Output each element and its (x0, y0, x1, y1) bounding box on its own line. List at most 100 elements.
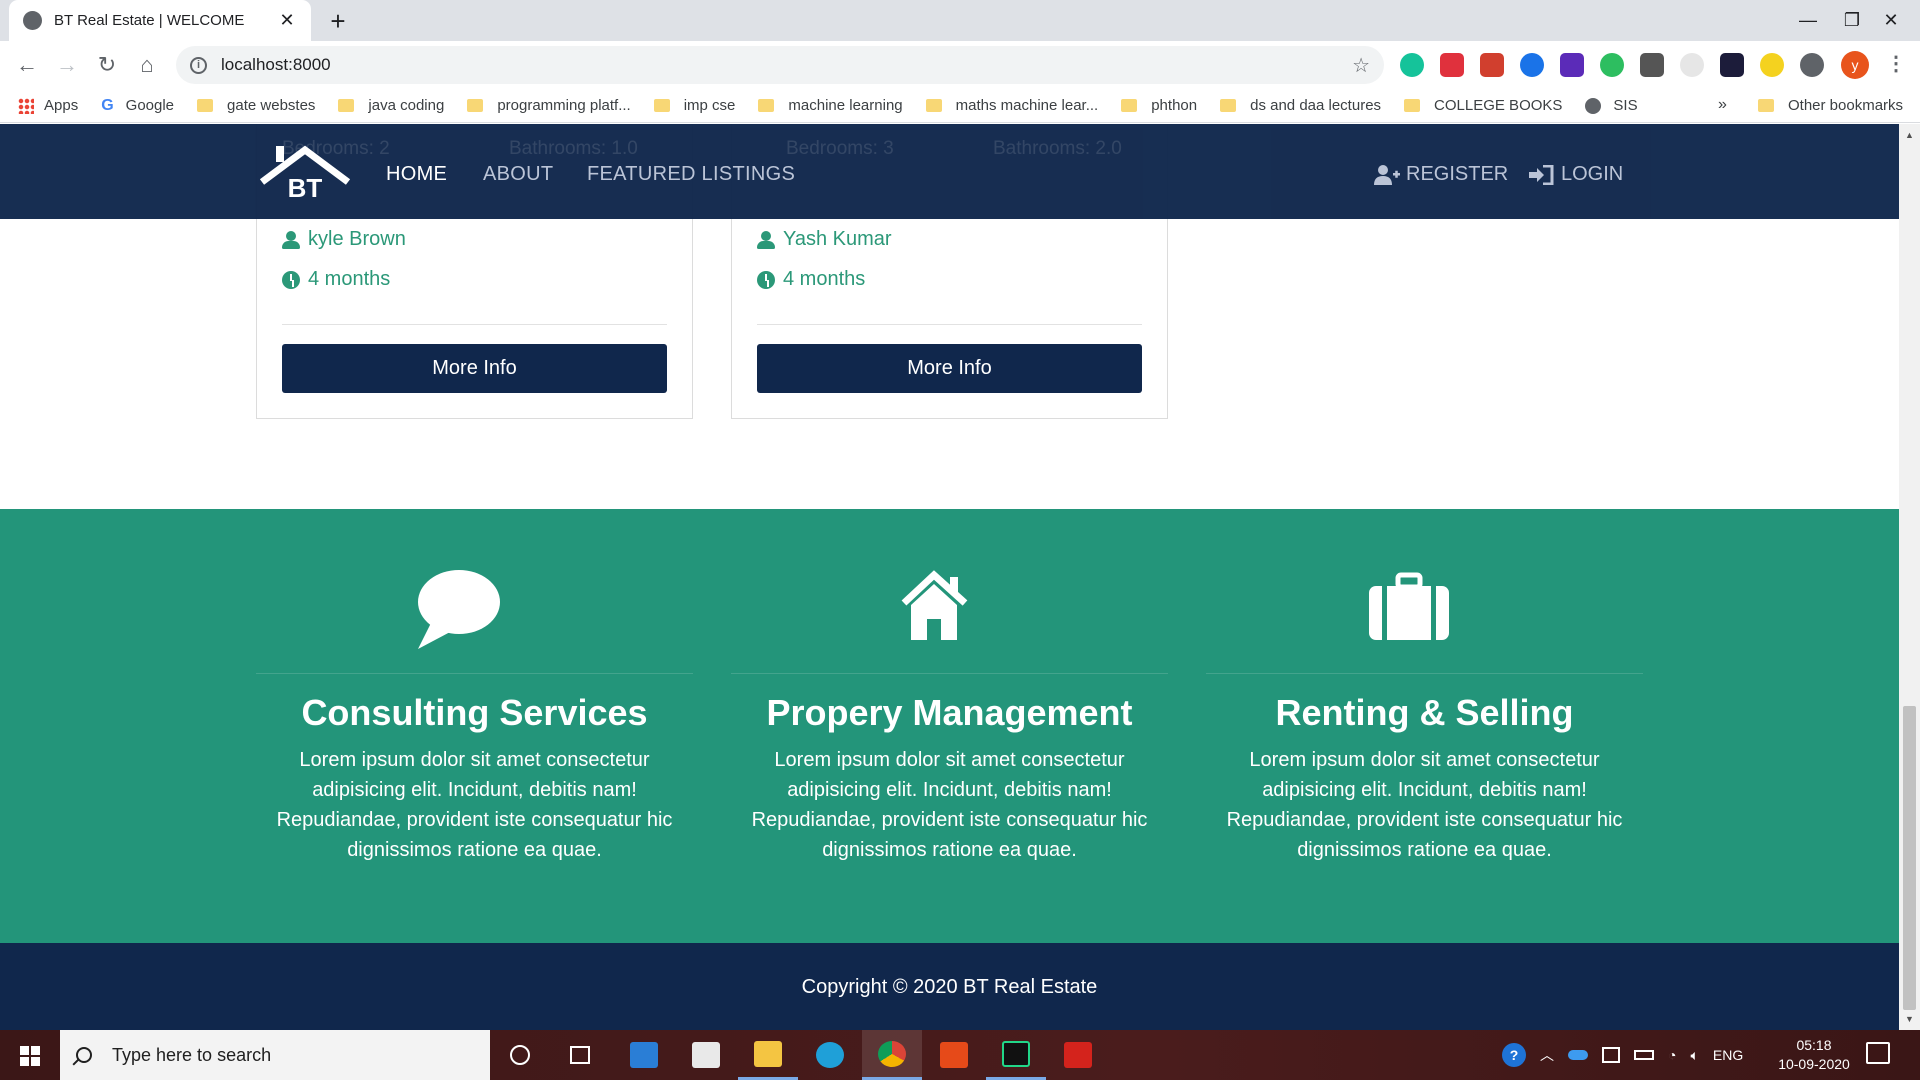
browser-menu-icon[interactable]: ⋮ (1886, 51, 1906, 76)
bookmark-item[interactable]: gate webstes (197, 97, 315, 114)
window-close-button[interactable]: ✕ (1871, 4, 1911, 36)
forward-arrow-icon[interactable]: → (51, 49, 83, 81)
bookmark-item[interactable]: COLLEGE BOOKS (1404, 97, 1562, 114)
clock-date: 10-09-2020 (1778, 1056, 1850, 1072)
evernote-extension-icon[interactable] (1600, 53, 1624, 77)
login-label: LOGIN (1561, 163, 1624, 185)
site-info-icon[interactable]: i (190, 56, 207, 74)
nav-about-link[interactable]: ABOUT (483, 163, 553, 186)
display-icon[interactable] (1602, 1047, 1620, 1063)
nav-home-link[interactable]: HOME (386, 163, 447, 186)
cortana-circle-icon (510, 1045, 530, 1065)
bookmark-item[interactable]: maths machine lear... (925, 97, 1098, 114)
divider (757, 324, 1142, 325)
browser-tab[interactable]: BT Real Estate | WELCOME ✕ (9, 0, 311, 41)
nav-featured-listings-link[interactable]: FEATURED LISTINGS (587, 163, 795, 186)
selenium-extension-icon[interactable] (1640, 53, 1664, 77)
site-navbar: Bedrooms: 2 Bathrooms: 1.0 Bedrooms: 3 B… (0, 124, 1899, 219)
url-text[interactable]: localhost:8000 (221, 55, 1352, 75)
bookmark-item[interactable]: G Google (101, 97, 174, 115)
address-bar[interactable]: i localhost:8000 ☆ (176, 46, 1384, 84)
extension-icon[interactable] (1760, 53, 1784, 77)
taskbar-search-box[interactable]: Type here to search (60, 1030, 490, 1080)
scrollbar-thumb[interactable] (1903, 706, 1916, 1010)
home-icon[interactable]: ⌂ (131, 49, 163, 81)
services-section: Consulting Services Lorem ipsum dolor si… (0, 509, 1899, 943)
bookmark-item[interactable]: machine learning (758, 97, 903, 114)
bookmarks-overflow-button[interactable]: » (1718, 96, 1727, 114)
mail-icon (630, 1042, 658, 1068)
store-app[interactable] (676, 1030, 736, 1080)
chevron-up-icon[interactable]: ︿ (1540, 1045, 1554, 1065)
edge-app[interactable] (800, 1030, 860, 1080)
extension-icon[interactable] (1720, 53, 1744, 77)
extensions-puzzle-icon[interactable] (1800, 53, 1824, 77)
profile-avatar[interactable]: y (1841, 51, 1869, 79)
office-app[interactable] (924, 1030, 984, 1080)
restore-button[interactable]: ❐ (1832, 4, 1872, 36)
more-info-button[interactable]: More Info (757, 344, 1142, 393)
other-bookmarks-label: Other bookmarks (1788, 97, 1904, 114)
pycharm-app[interactable] (986, 1030, 1046, 1080)
chrome-app[interactable] (862, 1030, 922, 1080)
megaphone-extension-icon[interactable] (1480, 53, 1504, 77)
task-view-button[interactable] (550, 1030, 610, 1080)
login-link[interactable]: LOGIN (1529, 163, 1623, 186)
bookmark-item[interactable]: phthon (1121, 97, 1197, 114)
site-footer: Copyright © 2020 BT Real Estate (0, 943, 1899, 1030)
file-explorer-app[interactable] (738, 1030, 798, 1080)
listed-age-row: 4 months (282, 268, 390, 291)
scroll-up-arrow-icon[interactable]: ▲ (1905, 130, 1914, 140)
extension-badge-icon[interactable] (1560, 53, 1584, 77)
register-link[interactable]: REGISTER (1374, 163, 1508, 186)
tab-strip: BT Real Estate | WELCOME ✕ + — ❐ ✕ (0, 0, 1920, 41)
reload-icon[interactable]: ↻ (91, 49, 123, 81)
new-tab-button[interactable]: + (326, 7, 350, 35)
close-tab-icon[interactable]: ✕ (277, 10, 297, 31)
bookmark-label: COLLEGE BOOKS (1434, 97, 1563, 114)
divider (256, 673, 693, 674)
bookmark-item[interactable]: SIS (1585, 97, 1638, 114)
wifi-icon[interactable]: ◔ (1668, 1047, 1676, 1063)
language-indicator[interactable]: ENG (1713, 1047, 1743, 1063)
store-icon (692, 1042, 720, 1068)
system-tray: ? ︿ ◔ 🔈︎ ENG (1502, 1030, 1743, 1080)
bookmark-label: ds and daa lectures (1250, 97, 1382, 114)
bookmark-label: machine learning (788, 97, 903, 114)
other-bookmarks[interactable]: Other bookmarks (1758, 97, 1903, 114)
chrome-icon (878, 1040, 906, 1067)
mail-app[interactable] (614, 1030, 674, 1080)
puzzle-extension-icon[interactable] (1520, 53, 1544, 77)
svg-text:BT: BT (288, 173, 323, 200)
listed-age-row: 4 months (757, 268, 865, 291)
acrobat-app[interactable] (1048, 1030, 1108, 1080)
extension-icon[interactable] (1680, 53, 1704, 77)
bookmark-item[interactable]: programming platf... (467, 97, 631, 114)
minimize-button[interactable]: — (1788, 4, 1828, 36)
help-icon[interactable]: ? (1502, 1043, 1526, 1067)
office-icon (940, 1042, 968, 1068)
extension-icon[interactable] (1440, 53, 1464, 77)
page-scrollbar[interactable]: ▲ ▼ (1899, 124, 1920, 1030)
scroll-down-arrow-icon[interactable]: ▼ (1905, 1014, 1914, 1024)
more-info-button[interactable]: More Info (282, 344, 667, 393)
brand-logo[interactable]: BT (258, 144, 352, 203)
notification-center-icon[interactable] (1866, 1042, 1890, 1064)
onedrive-icon[interactable] (1568, 1050, 1588, 1060)
start-button[interactable] (0, 1030, 60, 1080)
cortana-button[interactable] (490, 1030, 550, 1080)
bookmark-label: imp cse (683, 97, 736, 114)
bookmark-item[interactable]: ds and daa lectures (1220, 97, 1381, 114)
battery-icon[interactable] (1634, 1050, 1654, 1060)
bookmark-label: Apps (44, 97, 79, 114)
bookmark-item[interactable]: java coding (338, 97, 444, 114)
back-arrow-icon[interactable]: ← (11, 49, 43, 81)
divider (282, 324, 667, 325)
volume-icon[interactable]: 🔈︎ (1690, 1047, 1698, 1064)
taskbar-clock[interactable]: 05:18 10-09-2020 (1766, 1036, 1862, 1074)
bookmark-item[interactable]: imp cse (653, 97, 736, 114)
bookmark-star-icon[interactable]: ☆ (1352, 53, 1370, 78)
bookmark-item[interactable]: Apps (18, 97, 78, 114)
listed-age: 4 months (783, 268, 866, 290)
grammarly-extension-icon[interactable] (1400, 53, 1424, 77)
